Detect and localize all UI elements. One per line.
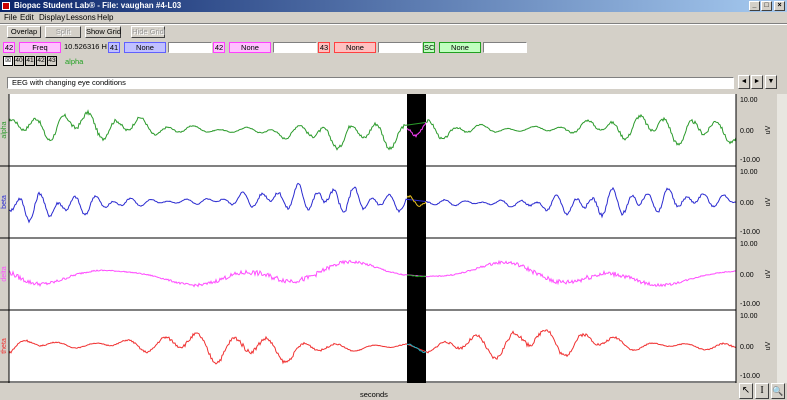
measure-3-value	[273, 42, 317, 53]
scale-alpha-scale_mid: 0.00	[740, 128, 754, 135]
menu-file[interactable]: File	[4, 13, 17, 23]
measure-4-value	[378, 42, 422, 53]
arrow-tool-icon[interactable]: ↖	[739, 383, 753, 399]
channel-button-43[interactable]: 43	[47, 56, 57, 66]
ibeam-tool-icon[interactable]: I	[755, 383, 769, 399]
measure-1-value: 10.526316 Hz	[64, 42, 107, 51]
measure-2-channel[interactable]: 41	[108, 42, 120, 53]
hide-grid-button[interactable]: Hide Grid	[131, 26, 165, 38]
measure-5-type[interactable]: None	[439, 42, 481, 53]
journal-menu-button[interactable]: ▼	[765, 75, 777, 89]
menu-edit[interactable]: Edit	[20, 13, 34, 23]
scroll-right-button[interactable]: ►	[751, 75, 763, 89]
menu-help[interactable]: Help	[97, 13, 113, 23]
channel-button-41[interactable]: 41	[25, 56, 35, 66]
footer-bar: seconds	[0, 383, 787, 400]
scale-beta-scale_top: 10.00	[740, 169, 758, 176]
scale-theta-scale_top: 10.00	[740, 313, 758, 320]
unit-delta: uV	[765, 269, 772, 278]
x-axis-label: seconds	[360, 390, 388, 399]
scale-delta-scale_top: 10.00	[740, 241, 758, 248]
measure-4-channel[interactable]: 43	[318, 42, 330, 53]
window-title: Biopac Student Lab® - File: vaughan #4-L…	[14, 1, 182, 10]
measure-1-type[interactable]: Freq	[19, 42, 61, 53]
unit-alpha: uV	[765, 125, 772, 134]
scale-beta-scale_bot: -10.00	[740, 229, 760, 236]
selected-channel-label: alpha	[65, 57, 84, 66]
unit-theta: uV	[765, 341, 772, 350]
journal-text[interactable]: EEG with changing eye conditions	[7, 77, 734, 89]
show-grid-button[interactable]: Show Grid	[85, 26, 121, 38]
scale-alpha-scale_top: 10.00	[740, 97, 758, 104]
scale-theta-scale_bot: -10.00	[740, 373, 760, 380]
measure-5-value	[483, 42, 527, 53]
scale-theta-scale_mid: 0.00	[740, 344, 754, 351]
menu-lessons[interactable]: Lessons	[66, 13, 96, 23]
scale-delta-scale_mid: 0.00	[740, 272, 754, 279]
channel-label-alpha: alpha	[1, 121, 8, 138]
zoom-tool-icon[interactable]: 🔍	[771, 383, 785, 399]
measure-3-type[interactable]: None	[229, 42, 271, 53]
close-button[interactable]: ×	[774, 1, 785, 11]
unit-beta: uV	[765, 197, 772, 206]
app-icon	[2, 2, 10, 10]
menu-display[interactable]: Display	[39, 13, 65, 23]
channel-grid-icon[interactable]: ☒	[3, 56, 13, 66]
channel-button-40[interactable]: 40	[14, 56, 24, 66]
measure-1-channel[interactable]: 42	[3, 42, 15, 53]
measure-2-value	[168, 42, 212, 53]
waveform-svg[interactable]: alpha 10.00 0.00 -10.00 uV beta 10.00 0.00 -10.0…	[0, 94, 787, 383]
scale-alpha-scale_bot: -10.00	[740, 157, 760, 164]
measure-2-type[interactable]: None	[124, 42, 166, 53]
scale-delta-scale_bot: -10.00	[740, 301, 760, 308]
minimize-button[interactable]: _	[749, 1, 760, 11]
scale-beta-scale_mid: 0.00	[740, 200, 754, 207]
title-bar: Biopac Student Lab® - File: vaughan #4-L…	[0, 0, 787, 12]
channel-label-theta: theta	[1, 338, 8, 354]
scroll-left-button[interactable]: ◄	[738, 75, 750, 89]
measure-4-type[interactable]: None	[334, 42, 376, 53]
channel-button-42[interactable]: 42	[36, 56, 46, 66]
waveform-display[interactable]: alpha 10.00 0.00 -10.00 uV beta 10.00 0.00 -10.0…	[0, 94, 787, 383]
maximize-button[interactable]: □	[761, 1, 772, 11]
measure-3-channel[interactable]: 42	[213, 42, 225, 53]
menu-separator	[0, 23, 787, 25]
measure-5-channel[interactable]: SC	[423, 42, 435, 53]
channel-label-beta: beta	[1, 195, 8, 209]
channel-label-delta: delta	[1, 266, 8, 281]
split-button[interactable]: Split	[45, 26, 81, 38]
overlap-button[interactable]: Overlap	[7, 26, 41, 38]
